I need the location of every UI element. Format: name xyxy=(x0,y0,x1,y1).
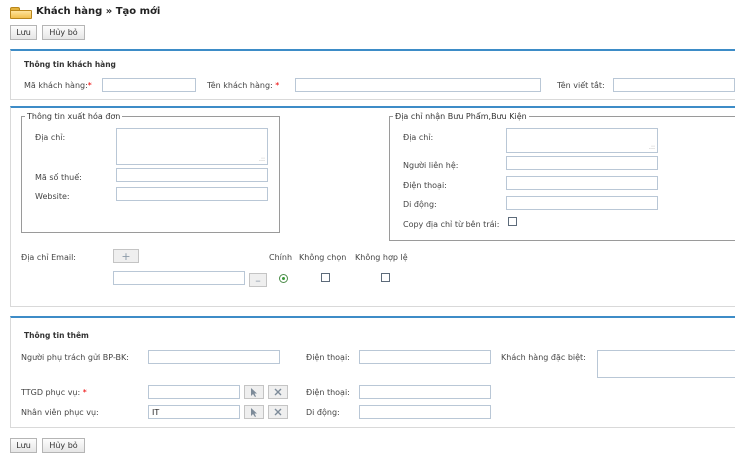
postal-phone-label: Điện thoại: xyxy=(403,181,447,190)
staff-clear-button[interactable] xyxy=(268,405,288,419)
ttgd-label: TTGD phục vụ: * xyxy=(21,388,87,397)
contact-person-label: Người liên hệ: xyxy=(403,161,459,170)
sender-input[interactable] xyxy=(148,350,280,364)
email-invalid-checkbox[interactable] xyxy=(381,273,390,282)
ttgd-clear-button[interactable] xyxy=(268,385,288,399)
ttgd-phone-input[interactable] xyxy=(359,385,491,399)
staff-label: Nhân viên phục vụ: xyxy=(21,408,99,417)
tax-code-input[interactable] xyxy=(116,168,268,182)
website-input[interactable] xyxy=(116,187,268,201)
remove-email-button[interactable]: – xyxy=(249,273,267,287)
tax-code-label: Mã số thuế: xyxy=(35,173,82,182)
email-label: Địa chỉ Email: xyxy=(21,253,76,262)
ttgd-select-button[interactable] xyxy=(244,385,264,399)
staff-input[interactable] xyxy=(148,405,240,419)
ttgd-phone-label: Điện thoại: xyxy=(306,388,350,397)
add-email-button[interactable]: + xyxy=(113,249,139,263)
special-customer-label: Khách hàng đặc biệt: xyxy=(501,353,586,362)
save-button-bottom[interactable]: Lưu xyxy=(10,438,37,453)
postal-phone-input[interactable] xyxy=(506,176,658,190)
minus-icon: – xyxy=(255,273,261,287)
email-primary-radio[interactable] xyxy=(279,274,288,283)
website-label: Website: xyxy=(35,192,70,201)
copy-address-checkbox[interactable] xyxy=(508,217,517,226)
postal-mobile-label: Di động: xyxy=(403,200,437,209)
copy-address-label: Copy địa chỉ từ bên trái: xyxy=(403,220,500,229)
customer-name-label: Tên khách hàng: * xyxy=(207,81,280,90)
email-no-select-header: Không chọn xyxy=(299,253,347,262)
save-button[interactable]: Lưu xyxy=(10,25,37,40)
sender-phone-label: Điện thoại: xyxy=(306,353,350,362)
postal-mobile-input[interactable] xyxy=(506,196,658,210)
email-primary-header: Chính xyxy=(269,253,293,262)
postal-legend: Địa chỉ nhận Bưu Phẩm,Bưu Kiện xyxy=(395,112,527,121)
sender-phone-input[interactable] xyxy=(359,350,491,364)
close-icon xyxy=(274,408,282,416)
special-customer-textarea[interactable] xyxy=(597,350,735,378)
short-name-input[interactable] xyxy=(613,78,735,92)
staff-mobile-label: Di động: xyxy=(306,408,340,417)
plus-icon: + xyxy=(121,249,131,263)
cancel-button[interactable]: Hủy bỏ xyxy=(42,25,85,40)
customer-code-input[interactable] xyxy=(102,78,196,92)
postal-address-textarea[interactable]: .:: xyxy=(506,128,658,153)
staff-mobile-input[interactable] xyxy=(359,405,491,419)
email-no-select-checkbox[interactable] xyxy=(321,273,330,282)
page-header: Khách hàng » Tạo mới xyxy=(10,3,160,19)
customer-info-panel xyxy=(10,49,735,100)
folder-icon xyxy=(10,5,32,19)
ttgd-input[interactable] xyxy=(148,385,240,399)
postal-address-label: Địa chỉ: xyxy=(403,133,434,142)
staff-select-button[interactable] xyxy=(244,405,264,419)
invoice-address-label: Địa chỉ: xyxy=(35,133,66,142)
short-name-label: Tên viết tắt: xyxy=(557,81,605,90)
cursor-icon xyxy=(251,387,257,397)
contact-person-input[interactable] xyxy=(506,156,658,170)
email-input[interactable] xyxy=(113,271,245,285)
sender-label: Người phụ trách gửi BP-BK: xyxy=(21,353,129,362)
invoice-legend: Thông tin xuất hóa đơn xyxy=(27,112,121,121)
cancel-button-bottom[interactable]: Hủy bỏ xyxy=(42,438,85,453)
close-icon xyxy=(274,388,282,396)
email-invalid-header: Không hợp lệ xyxy=(355,253,408,262)
customer-info-title: Thông tin khách hàng xyxy=(24,60,116,69)
customer-code-label: Mã khách hàng:* xyxy=(24,81,92,90)
page-title: Khách hàng » Tạo mới xyxy=(36,5,161,17)
additional-info-title: Thông tin thêm xyxy=(24,331,89,340)
invoice-address-textarea[interactable]: .:: xyxy=(116,128,268,165)
cursor-icon xyxy=(251,407,257,417)
customer-name-input[interactable] xyxy=(295,78,541,92)
